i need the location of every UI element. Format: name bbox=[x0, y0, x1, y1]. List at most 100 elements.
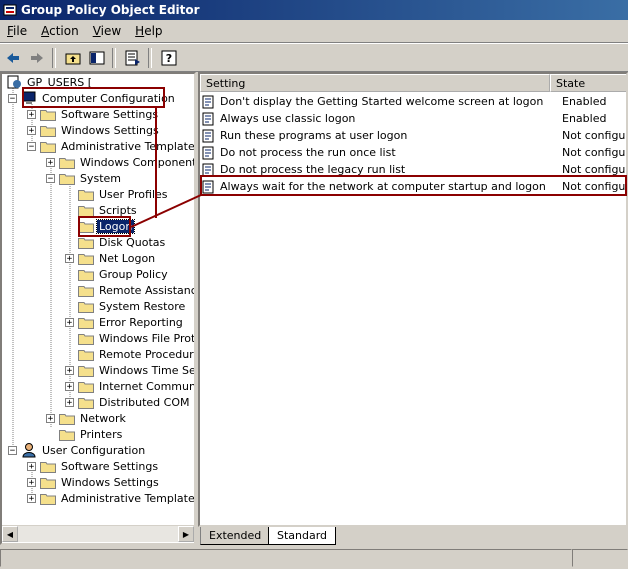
title-bar: Group Policy Object Editor bbox=[0, 0, 628, 20]
policy-setting: Do not process the run once list bbox=[220, 146, 396, 159]
tree-user-software-settings[interactable]: + Software Settings bbox=[27, 458, 160, 474]
up-one-level-button[interactable] bbox=[62, 47, 84, 69]
folder-icon bbox=[40, 125, 56, 137]
folder-icon bbox=[78, 397, 94, 409]
group-policy-app-icon bbox=[3, 4, 17, 16]
tree-windows-components[interactable]: + Windows Components bbox=[46, 154, 194, 170]
console-tree-pane[interactable]: GP_USERS [ − Computer Configuration + So… bbox=[0, 72, 196, 545]
folder-icon bbox=[59, 429, 75, 441]
status-pane-side bbox=[572, 549, 628, 567]
expand-toggle[interactable]: + bbox=[27, 125, 36, 135]
export-list-button[interactable] bbox=[122, 47, 144, 69]
tab-standard[interactable]: Standard bbox=[268, 527, 337, 545]
collapse-toggle[interactable]: − bbox=[27, 141, 36, 151]
help-button[interactable]: ? bbox=[158, 47, 180, 69]
window-title: Group Policy Object Editor bbox=[21, 3, 200, 17]
back-button[interactable] bbox=[2, 47, 24, 69]
expand-toggle[interactable]: + bbox=[27, 109, 36, 119]
help-icon: ? bbox=[161, 50, 177, 65]
scroll-left-button[interactable]: ◀ bbox=[2, 526, 18, 542]
tree-remote-procedure[interactable]: Remote Procedure bbox=[78, 346, 194, 362]
folder-icon bbox=[40, 109, 56, 121]
folder-icon bbox=[40, 493, 56, 505]
policy-object-icon bbox=[7, 75, 21, 89]
expand-toggle[interactable]: + bbox=[65, 253, 74, 263]
folder-icon bbox=[78, 301, 94, 313]
folder-icon bbox=[78, 365, 94, 377]
tree-error-reporting[interactable]: + Error Reporting bbox=[65, 314, 185, 330]
policy-setting-icon bbox=[202, 112, 214, 125]
folder-icon bbox=[40, 461, 56, 473]
policy-state: Enabled bbox=[562, 112, 607, 125]
tree-group-policy[interactable]: Group Policy bbox=[78, 266, 170, 282]
menu-file[interactable]: File bbox=[0, 24, 34, 38]
tree-user-windows-settings[interactable]: + Windows Settings bbox=[27, 474, 161, 490]
column-header-setting[interactable]: Setting bbox=[200, 74, 550, 92]
policy-setting-icon bbox=[202, 129, 214, 142]
policy-setting: Run these programs at user logon bbox=[220, 129, 408, 142]
status-bar bbox=[0, 548, 628, 569]
tree-user-configuration[interactable]: − User Configuration bbox=[8, 442, 147, 458]
tree-user-profiles[interactable]: User Profiles bbox=[78, 186, 170, 202]
collapse-toggle[interactable]: − bbox=[46, 173, 55, 183]
expand-toggle[interactable]: + bbox=[65, 381, 74, 391]
expand-toggle[interactable]: + bbox=[65, 397, 74, 407]
menu-bar: File Action View Help bbox=[0, 20, 628, 43]
collapse-toggle[interactable]: − bbox=[8, 93, 17, 103]
show-hide-tree-button[interactable] bbox=[86, 47, 108, 69]
expand-toggle[interactable]: + bbox=[27, 477, 36, 487]
scroll-right-button[interactable]: ▶ bbox=[178, 526, 194, 542]
tree-administrative-templates[interactable]: − Administrative Templates bbox=[27, 138, 194, 154]
user-icon bbox=[22, 443, 36, 458]
expand-toggle[interactable]: + bbox=[27, 493, 36, 503]
tree-remote-assistance[interactable]: Remote Assistance bbox=[78, 282, 194, 298]
expand-toggle[interactable]: + bbox=[65, 365, 74, 375]
toolbar-separator bbox=[148, 47, 152, 68]
tree-system[interactable]: − System bbox=[46, 170, 123, 186]
expand-toggle[interactable]: + bbox=[46, 157, 55, 167]
tree-system-restore[interactable]: System Restore bbox=[78, 298, 187, 314]
policy-state: Not configure bbox=[562, 129, 626, 142]
tree-windows-file-protection[interactable]: Windows File Prote bbox=[78, 330, 194, 346]
tree-user-administrative-templates[interactable]: + Administrative Templates bbox=[27, 490, 194, 506]
tree-distributed-com[interactable]: + Distributed COM bbox=[65, 394, 192, 410]
tree-internet-communication[interactable]: + Internet Communic bbox=[65, 378, 194, 394]
toolbar-separator bbox=[112, 47, 116, 68]
tree-windows-settings[interactable]: + Windows Settings bbox=[27, 122, 161, 138]
tree-printers[interactable]: Printers bbox=[59, 426, 124, 442]
expand-toggle[interactable]: + bbox=[27, 461, 36, 471]
folder-icon bbox=[78, 205, 94, 217]
menu-help[interactable]: Help bbox=[128, 24, 169, 38]
expand-toggle[interactable]: + bbox=[46, 413, 55, 423]
highlight-policy-row bbox=[200, 175, 627, 196]
tree-software-settings[interactable]: + Software Settings bbox=[27, 106, 160, 122]
policy-row[interactable]: Always use classic logon Enabled bbox=[202, 110, 626, 127]
tree-network[interactable]: + Network bbox=[46, 410, 128, 426]
status-pane-main bbox=[0, 549, 572, 567]
details-pane[interactable]: Setting State Don't display the Getting … bbox=[198, 72, 628, 527]
forward-button[interactable] bbox=[26, 47, 48, 69]
policy-row[interactable]: Don't display the Getting Started welcom… bbox=[202, 93, 626, 110]
policy-row[interactable]: Run these programs at user logon Not con… bbox=[202, 127, 626, 144]
back-arrow-icon bbox=[7, 52, 19, 63]
collapse-toggle[interactable]: − bbox=[8, 445, 17, 455]
column-header-state[interactable]: State bbox=[550, 74, 626, 92]
policy-row[interactable]: Do not process the run once list Not con… bbox=[202, 144, 626, 161]
export-list-icon bbox=[125, 50, 140, 65]
menu-action[interactable]: Action bbox=[34, 24, 86, 38]
toolbar: ? bbox=[0, 43, 628, 72]
tab-extended[interactable]: Extended bbox=[200, 527, 270, 545]
folder-open-icon bbox=[59, 173, 75, 185]
tree-windows-time-service[interactable]: + Windows Time Serv bbox=[65, 362, 194, 378]
policy-setting-icon bbox=[202, 146, 214, 159]
folder-icon bbox=[78, 381, 94, 393]
menu-view[interactable]: View bbox=[86, 24, 128, 38]
tree-horizontal-scrollbar[interactable]: ◀ ▶ bbox=[2, 525, 194, 542]
folder-icon bbox=[78, 333, 94, 345]
toolbar-separator bbox=[52, 47, 56, 68]
tree-net-logon[interactable]: + Net Logon bbox=[65, 250, 157, 266]
folder-icon bbox=[78, 189, 94, 201]
policy-setting: Don't display the Getting Started welcom… bbox=[220, 95, 544, 108]
expand-toggle[interactable]: + bbox=[65, 317, 74, 327]
highlight-logon bbox=[78, 216, 131, 237]
